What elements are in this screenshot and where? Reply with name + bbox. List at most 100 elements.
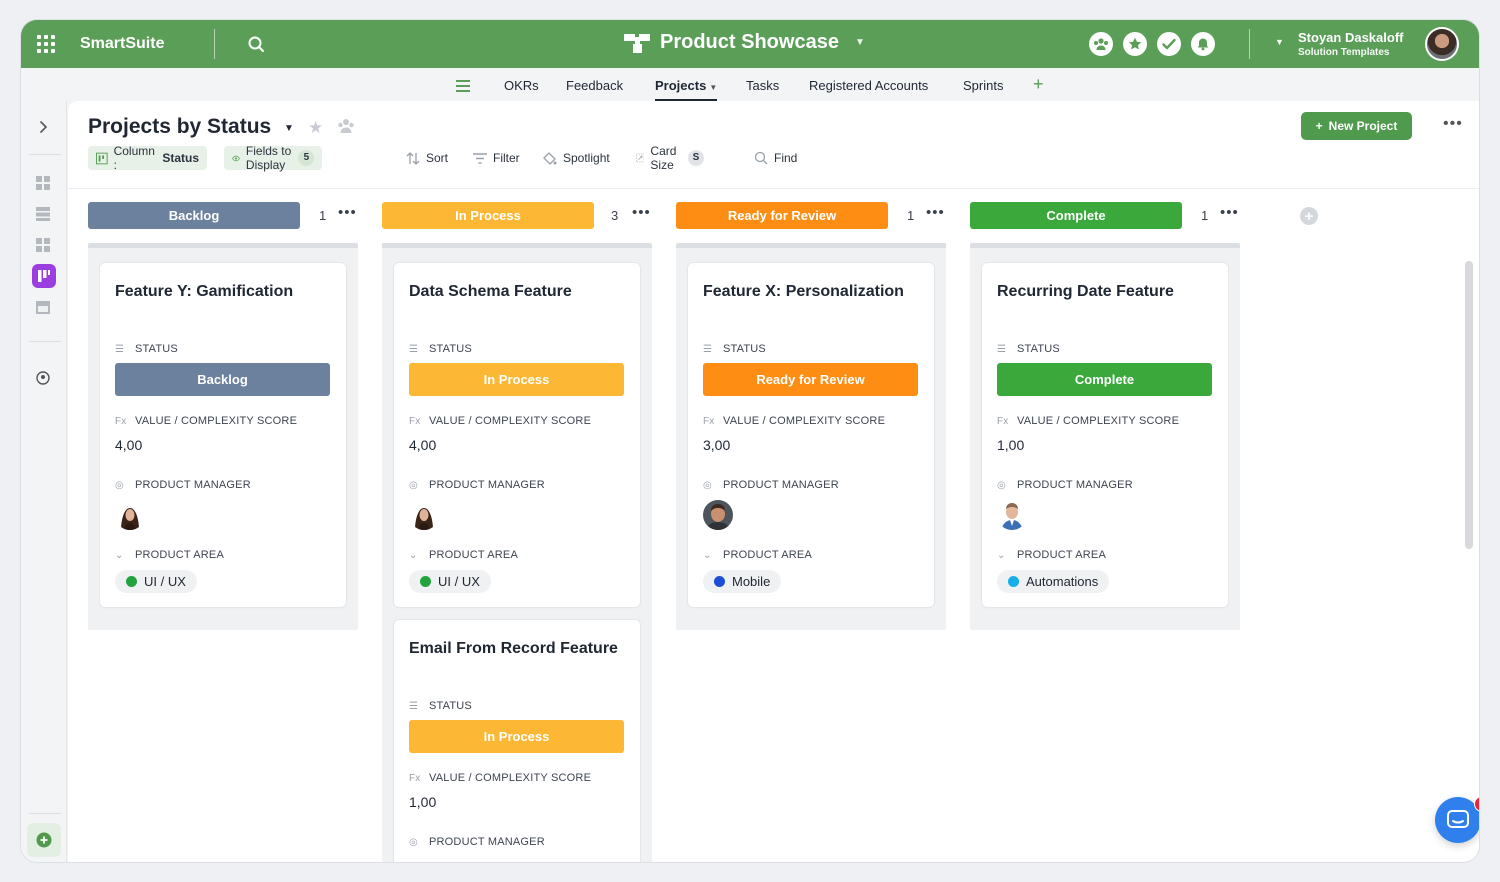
star-icon[interactable]: ★ (308, 118, 323, 138)
woman-avatar-icon (409, 500, 439, 530)
status-badge[interactable]: Backlog (115, 363, 330, 396)
tab-label: Projects (655, 78, 707, 93)
divider (214, 29, 215, 59)
avatar[interactable] (409, 500, 439, 530)
avatar[interactable] (703, 500, 733, 530)
area-dot (126, 576, 137, 587)
new-project-button[interactable]: + New Project (1301, 112, 1412, 140)
label-text: STATUS (723, 343, 766, 355)
chat-support-button[interactable] (1435, 797, 1479, 843)
kanban-view-icon[interactable] (32, 264, 56, 288)
woman-avatar-icon (115, 500, 145, 530)
favorites-button[interactable] (1123, 32, 1147, 56)
user-circle-icon[interactable] (35, 370, 51, 386)
filter-button[interactable]: Filter (465, 146, 528, 170)
calendar-view-icon[interactable] (35, 299, 51, 315)
score-value: 4,00 (409, 437, 437, 453)
lane-complete: Recurring Date Feature ☰ STATUS Complete … (970, 243, 1240, 630)
area-chip[interactable]: UI / UX (409, 570, 491, 593)
record-card[interactable]: Recurring Date Feature ☰ STATUS Complete … (982, 263, 1228, 607)
sort-button[interactable]: Sort (398, 146, 456, 170)
view-rail (21, 101, 67, 862)
user-avatar[interactable] (1425, 27, 1459, 61)
status-badge[interactable]: Ready for Review (703, 363, 918, 396)
tasks-check-button[interactable] (1157, 32, 1181, 56)
record-card[interactable]: Data Schema Feature ☰ STATUS In Process F… (394, 263, 640, 607)
workspace-selector[interactable]: Product Showcase ▼ (624, 31, 865, 54)
find-button[interactable]: Find (746, 146, 805, 170)
record-card[interactable]: Feature X: Personalization ☰ STATUS Ready… (688, 263, 934, 607)
area-chip[interactable]: Mobile (703, 570, 782, 593)
record-card[interactable]: Feature Y: Gamification ☰ STATUS Backlog … (100, 263, 346, 607)
list-lines-icon: ☰ (997, 343, 1007, 355)
column-count: 1 (907, 208, 915, 223)
more-options-icon[interactable]: ••• (1443, 115, 1463, 133)
tab-sprints[interactable]: Sprints (963, 78, 1003, 93)
add-view-button[interactable] (27, 823, 61, 857)
column-more-icon[interactable]: ••• (926, 204, 945, 221)
list-lines-icon: ☰ (409, 700, 419, 712)
plus-circle-icon (36, 832, 52, 848)
tab-projects[interactable]: Projects ▼ (655, 78, 718, 101)
fields-to-display[interactable]: Fields to Display 5 (224, 144, 323, 172)
record-card[interactable]: Email From Record Feature ☰ STATUS In Pro… (394, 620, 640, 862)
tab-okrs[interactable]: OKRs (504, 78, 539, 93)
search-icon[interactable] (247, 35, 265, 53)
list-view-icon[interactable] (35, 206, 51, 222)
share-people-icon[interactable] (337, 118, 355, 134)
user-circle-icon: ◎ (703, 479, 712, 491)
add-tab-icon[interactable]: + (1033, 74, 1044, 95)
manager-field-label: ◎ PRODUCT MANAGER (703, 479, 839, 491)
grid-view-icon[interactable] (35, 175, 51, 191)
card-title: Data Schema Feature (409, 283, 572, 300)
avatar[interactable] (997, 500, 1027, 530)
area-chip[interactable]: Automations (997, 570, 1110, 593)
status-badge[interactable]: In Process (409, 720, 624, 753)
spotlight-button[interactable]: Spotlight (534, 146, 618, 170)
vertical-scrollbar[interactable] (1465, 261, 1473, 549)
avatar[interactable] (409, 857, 439, 862)
expand-chevron-icon[interactable] (35, 119, 51, 135)
column-header-complete[interactable]: Complete (970, 202, 1182, 229)
formula-icon: Fx (997, 415, 1009, 427)
column-more-icon[interactable]: ••• (1220, 204, 1239, 221)
woman-avatar-icon (409, 857, 439, 862)
label-text: VALUE / COMPLEXITY SCORE (429, 415, 592, 427)
column-header-backlog[interactable]: Backlog (88, 202, 300, 229)
view-title[interactable]: Projects by Status (88, 115, 271, 139)
status-badge[interactable]: Complete (997, 363, 1212, 396)
status-badge[interactable]: In Process (409, 363, 624, 396)
column-setting[interactable]: Column : Status (88, 144, 208, 172)
chevron-down-icon[interactable]: ▼ (284, 123, 294, 134)
status-field-label: ☰ STATUS (115, 343, 178, 355)
tab-feedback[interactable]: Feedback (566, 78, 623, 93)
avatar[interactable] (115, 500, 145, 530)
column-header-in-process[interactable]: In Process (382, 202, 594, 229)
tab-tasks[interactable]: Tasks (746, 78, 779, 93)
menu-icon[interactable] (456, 80, 470, 92)
members-button[interactable] (1089, 32, 1113, 56)
status-field-label: ☰ STATUS (997, 343, 1060, 355)
tab-registered-accounts[interactable]: Registered Accounts (809, 78, 928, 93)
chevron-circle-icon: ⌄ (115, 549, 124, 561)
area-dot (420, 576, 431, 587)
card-size-button[interactable]: Card Size S (628, 144, 712, 172)
column-more-icon[interactable]: ••• (632, 204, 651, 221)
area-chip[interactable]: UI / UX (115, 570, 197, 593)
user-circle-icon: ◎ (115, 479, 124, 491)
notifications-button[interactable] (1191, 32, 1215, 56)
user-name[interactable]: Stoyan Daskaloff (1298, 30, 1403, 45)
card-view-icon[interactable] (35, 237, 51, 253)
filter-icon (473, 152, 487, 164)
chevron-down-icon[interactable]: ▼ (1275, 37, 1284, 47)
list-lines-icon: ☰ (703, 343, 713, 355)
brand-name[interactable]: SmartSuite (80, 35, 164, 53)
lane-in-process: Data Schema Feature ☰ STATUS In Process F… (382, 243, 652, 862)
column-more-icon[interactable]: ••• (338, 204, 357, 221)
column-prefix: Column : (113, 144, 155, 172)
add-column-button[interactable]: + (1300, 207, 1318, 225)
score-field-label: Fx VALUE / COMPLEXITY SCORE (703, 415, 885, 427)
column-header-ready-for-review[interactable]: Ready for Review (676, 202, 888, 229)
workspace-logo-icon (624, 33, 650, 53)
apps-grid-icon[interactable] (37, 35, 55, 53)
